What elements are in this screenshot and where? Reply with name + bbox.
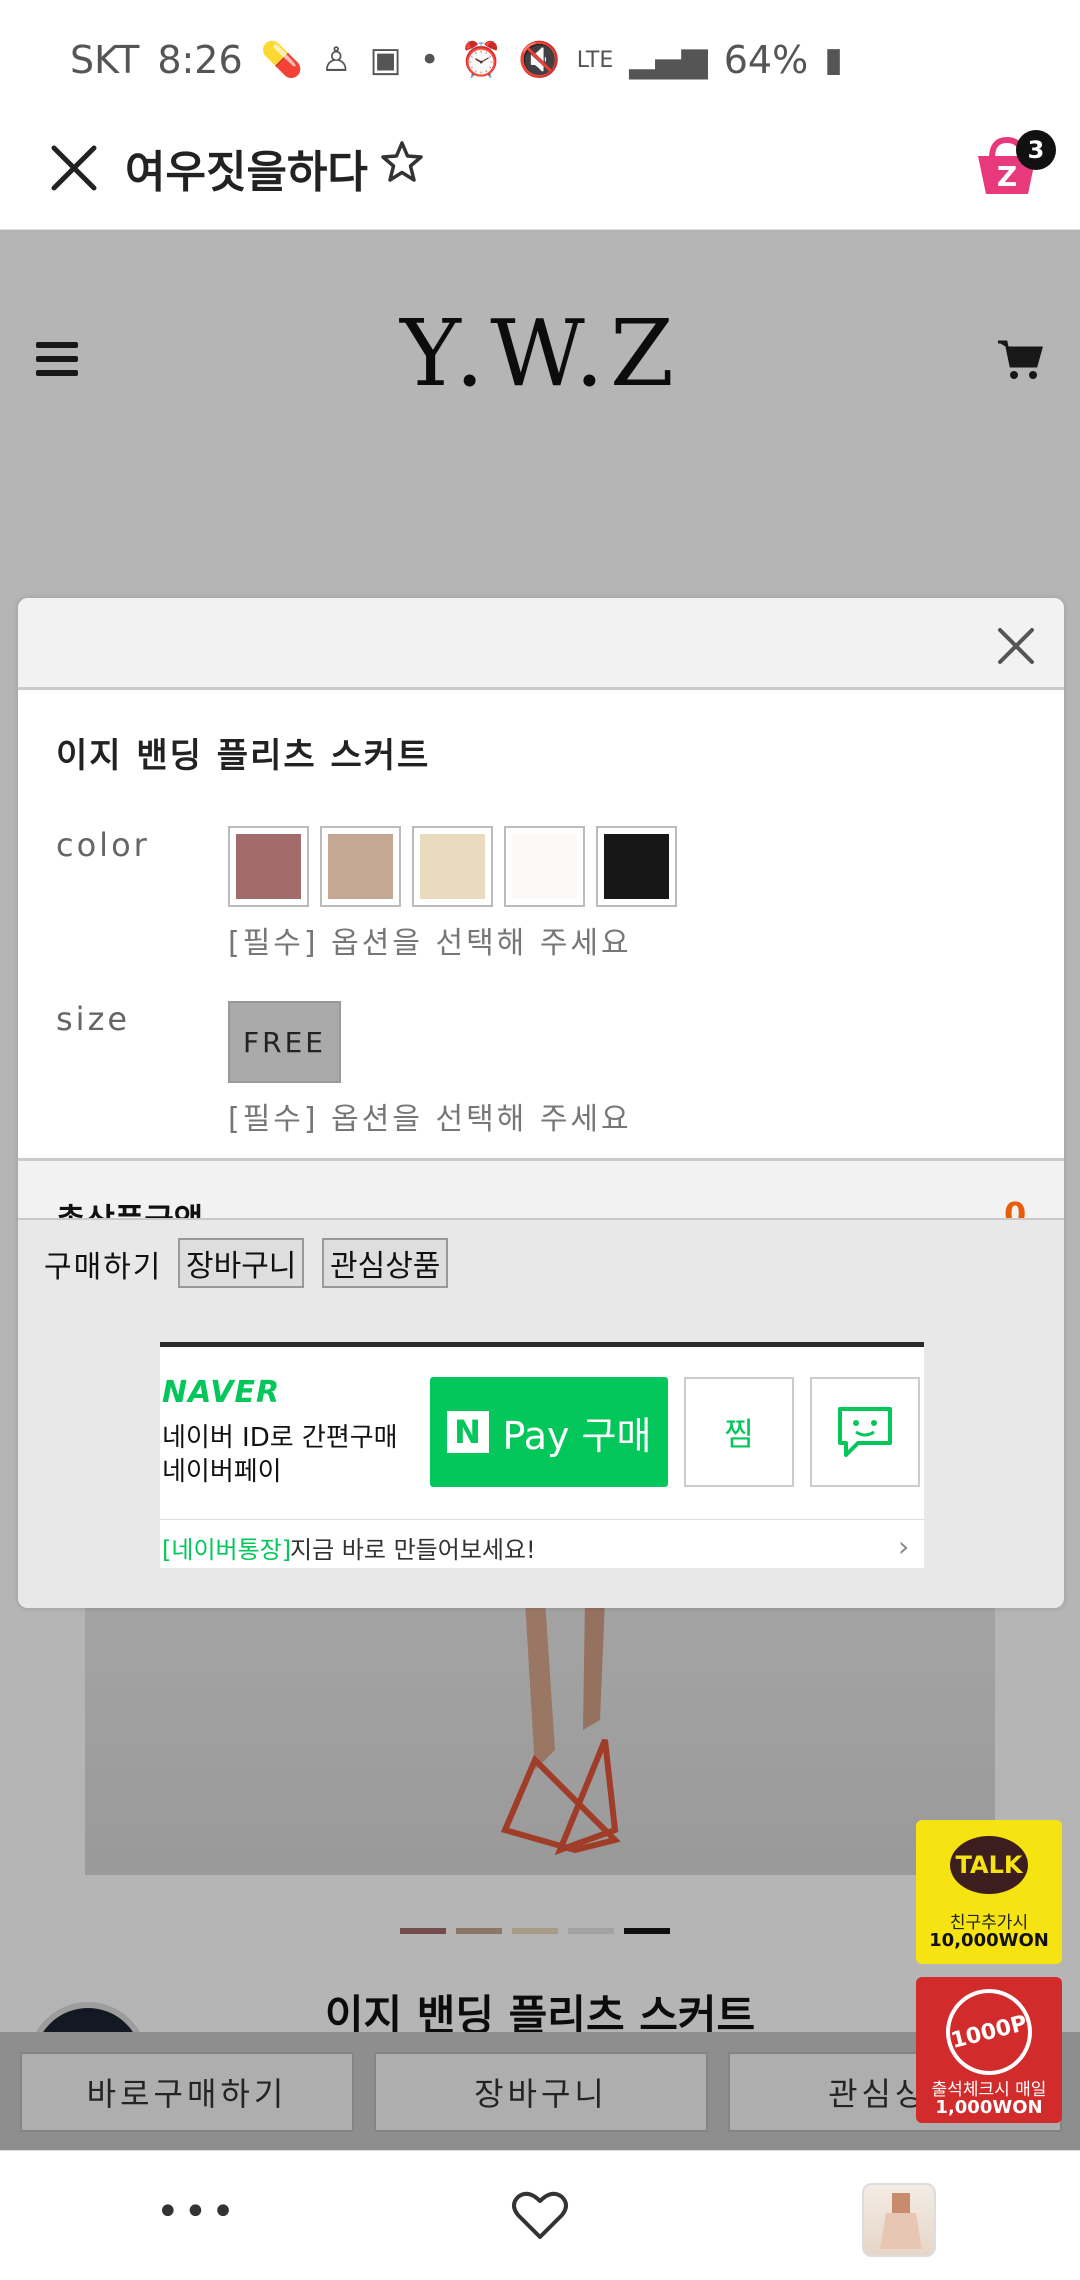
naver-n-icon: N (446, 1411, 489, 1453)
battery-icon: ▮ (824, 40, 843, 80)
naver-desc2: 네이버페이 (162, 1457, 282, 1487)
total-value: 0 (1004, 1195, 1027, 1218)
color-swatch[interactable] (228, 826, 309, 907)
svg-text:Z: Z (997, 160, 1017, 193)
purchase-actions: 구매하기 장바구니 관심상품 NAVER 네이버 ID로 간편구매 네이버페이 … (18, 1218, 1064, 1608)
dot-icon: • (419, 40, 440, 80)
naver-talk-button[interactable] (810, 1377, 920, 1487)
point-stamp-icon: 1000P (936, 1979, 1042, 2085)
pill-icon: 💊 (260, 40, 303, 80)
attendance-point-badge[interactable]: 1000P 출석체크시 매일 1,000WON (916, 1977, 1062, 2123)
talk-line2: 10,000WON (929, 1930, 1049, 1951)
size-label: size (56, 1000, 131, 1038)
mute-icon: 🔇 (518, 40, 561, 80)
add-to-cart-button[interactable]: 장바구니 (178, 1238, 305, 1288)
app-header: 여우짓을하다 Z (0, 120, 1080, 230)
naver-desc1: 네이버 ID로 간편구매 (162, 1423, 398, 1453)
carrier: SKT (70, 38, 140, 82)
battery-percent: 64% (723, 38, 809, 82)
color-swatch[interactable] (504, 826, 585, 907)
color-swatches (228, 826, 677, 907)
naver-bank-label: [네이버통장] (162, 1536, 292, 1564)
add-to-wishlist-button[interactable]: 관심상품 (322, 1238, 449, 1288)
swatch-fill (236, 834, 301, 899)
kakao-talk-badge[interactable]: TALK 친구추가시 10,000WON (916, 1820, 1062, 1964)
color-swatch[interactable] (320, 826, 401, 907)
product-thumbnail[interactable] (862, 2183, 936, 2257)
swatch-fill (604, 834, 669, 899)
network-type: LTE (576, 47, 614, 73)
swatch-fill (512, 834, 577, 899)
heart-icon[interactable] (510, 2187, 570, 2243)
size-hint: [필수] 옵션을 선택해 주세요 (228, 1102, 632, 1137)
signal-icon: ▂▄▆ (629, 40, 708, 80)
color-swatch[interactable] (412, 826, 493, 907)
figure-icon: ♙ (321, 40, 352, 80)
cart-count-badge: 3 (1016, 130, 1056, 170)
clock: 8:26 (157, 38, 243, 82)
app-title: 여우짓을하다 (125, 147, 368, 198)
chat-icon (838, 1407, 892, 1457)
option-modal: 이지 밴딩 플리츠 스커트 color [필수] 옵션을 선택해 주세요 siz… (18, 598, 1064, 1608)
modal-header (18, 598, 1064, 690)
naver-account-banner[interactable]: [네이버통장] 지금 바로 만들어보세요! › (160, 1519, 924, 1569)
more-options-icon[interactable]: ••• (156, 2189, 239, 2235)
favorite-star-icon[interactable] (378, 138, 426, 186)
naver-bank-text: 지금 바로 만들어보세요! (290, 1536, 536, 1564)
talk-bubble-icon: TALK (950, 1836, 1028, 1894)
naver-jjim-button[interactable]: 찜 (684, 1377, 794, 1487)
color-label: color (56, 826, 150, 864)
color-swatch[interactable] (596, 826, 677, 907)
total-price-row: 총상품금액 0 (18, 1158, 1064, 1218)
naver-logo: NAVER (162, 1375, 281, 1410)
option-product-title: 이지 밴딩 플리츠 스커트 (56, 736, 431, 776)
swatch-fill (420, 834, 485, 899)
color-hint: [필수] 옵션을 선택해 주세요 (228, 926, 632, 961)
swatch-fill (328, 834, 393, 899)
status-bar: SKT 8:26 💊 ♙ ▣ • ⏰ 🔇 LTE ▂▄▆ 64% ▮ (0, 0, 1080, 120)
chevron-right-icon: › (898, 1530, 910, 1563)
alarm-icon: ⏰ (460, 40, 503, 80)
bottom-nav: ••• (0, 2150, 1080, 2280)
size-free-button[interactable]: FREE (228, 1001, 341, 1083)
close-icon[interactable] (48, 142, 100, 194)
modal-close-icon[interactable] (996, 626, 1036, 666)
total-label: 총상품금액 (56, 1195, 203, 1218)
naver-pay-box: NAVER 네이버 ID로 간편구매 네이버페이 N Pay 구매 찜 [네이버… (160, 1342, 924, 1568)
thumbnail-image (880, 2193, 922, 2249)
naver-pay-buy-button[interactable]: N Pay 구매 (430, 1377, 668, 1487)
point-line2: 1,000WON (935, 2097, 1043, 2118)
image-icon: ▣ (369, 40, 402, 80)
naver-pay-label: Pay 구매 (502, 1413, 652, 1458)
purchase-label[interactable]: 구매하기 (44, 1242, 162, 1286)
